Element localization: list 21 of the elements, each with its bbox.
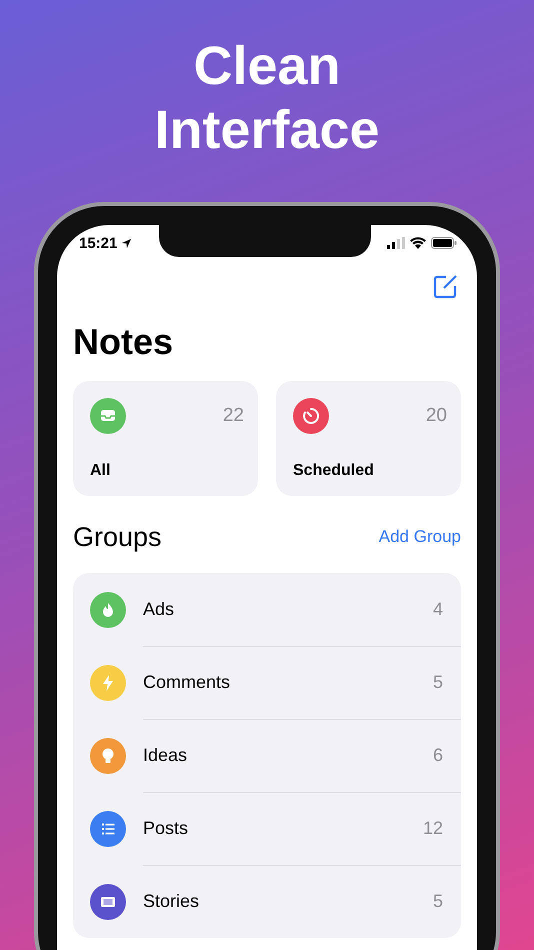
group-count: 4 [432, 598, 443, 620]
card-label: All [90, 462, 112, 480]
group-name[interactable]: Ads [143, 598, 174, 620]
category-card[interactable]: 22 All [73, 381, 258, 496]
section-title: Groups [73, 522, 162, 552]
headline: Clean Interface [153, 35, 381, 162]
group-count: 12 [422, 818, 443, 838]
card-count: 22 [222, 405, 244, 427]
card-label: Scheduled [293, 462, 375, 480]
category-card[interactable]: 20 Scheduled [276, 381, 461, 496]
group-name[interactable]: Posts [143, 818, 188, 838]
card-count: 20 [426, 405, 447, 427]
group-name[interactable]: Ideas [143, 744, 188, 766]
group-name[interactable]: Stories [143, 891, 200, 912]
status-time: 15:21 [79, 234, 118, 252]
group-count: 5 [432, 672, 443, 692]
add-group-link[interactable]: Add Group [378, 527, 461, 547]
group-name[interactable]: Comments [143, 672, 230, 692]
page-title: Notes [73, 321, 174, 364]
group-count: 6 [432, 744, 443, 766]
group-count: 5 [432, 891, 443, 912]
